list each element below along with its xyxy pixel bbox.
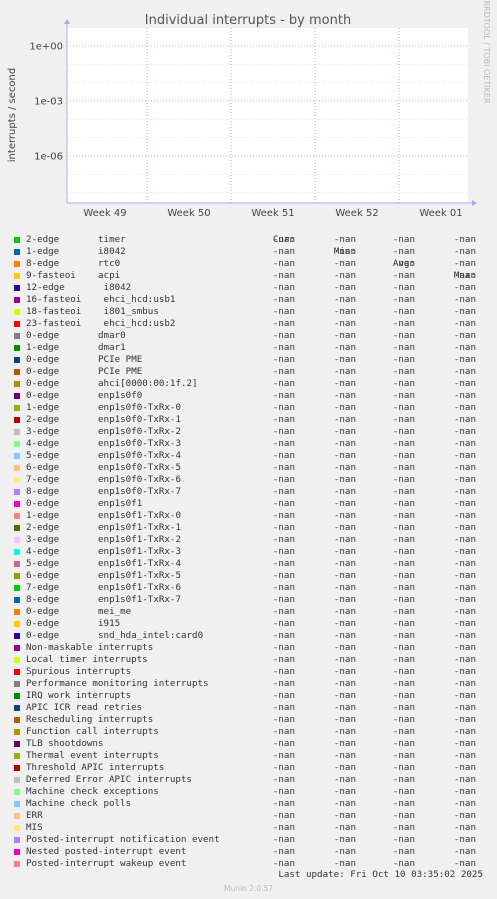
rrdtool-credit: RRDTOOL / TOBI OETIKER [482, 0, 491, 103]
interrupts-chart: Individual interrupts - by month interru… [7, 0, 491, 219]
x-tick-label: Week 01 [419, 208, 462, 219]
y-tick-label: 1e-06 [34, 152, 63, 163]
x-tick-label: Week 52 [335, 208, 378, 219]
x-axis-arrow [472, 200, 477, 206]
y-axis-arrow [64, 19, 70, 24]
plot-area [67, 28, 468, 203]
x-tick-label: Week 50 [167, 208, 210, 219]
y-axis-label: interrupts / second [7, 68, 18, 162]
y-tick-label: 1e+00 [29, 42, 63, 53]
x-tick-labels: Week 49 Week 50 Week 51 Week 52 Week 01 [83, 208, 462, 219]
chart-title: Individual interrupts - by month [145, 13, 351, 28]
x-tick-label: Week 51 [251, 208, 294, 219]
y-tick-labels: 1e+00 1e-03 1e-06 [29, 42, 63, 163]
x-tick-label: Week 49 [83, 208, 126, 219]
y-tick-label: 1e-03 [34, 97, 63, 108]
